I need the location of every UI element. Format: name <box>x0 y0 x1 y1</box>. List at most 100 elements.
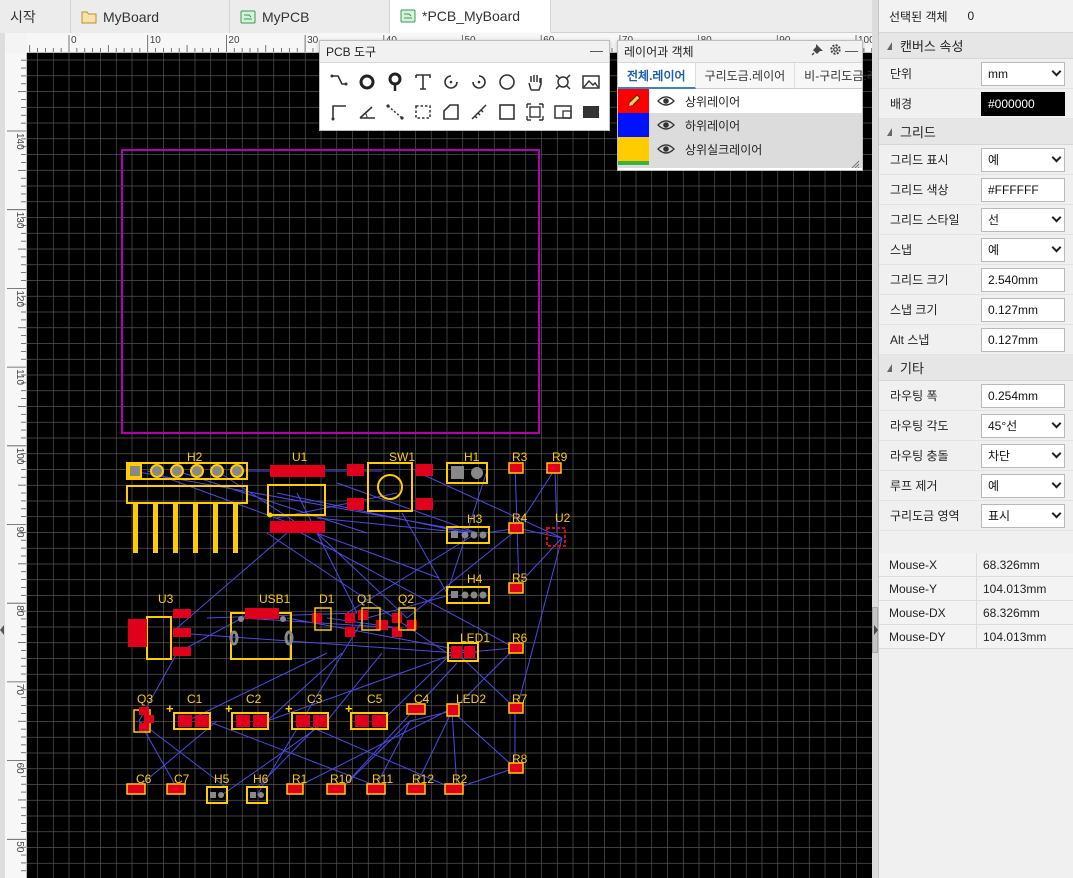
route-angle-select[interactable]: 45°선 <box>981 413 1065 438</box>
label-C1: C1 <box>187 692 203 706</box>
component-H4[interactable] <box>446 586 490 604</box>
prop-label: Alt 스냅 <box>890 333 930 347</box>
drc-icon[interactable] <box>549 67 577 97</box>
ruler-label: 20 <box>228 35 240 46</box>
minimize-icon[interactable]: — <box>845 43 858 58</box>
mouse-value: 104.013mm <box>983 629 1047 644</box>
loop-removal-select[interactable]: 예 <box>981 473 1065 498</box>
minimize-icon[interactable]: — <box>590 43 603 58</box>
prop-loop-removal: 루프 제거 예 <box>879 471 1073 501</box>
prop-grid-color: 그리드 색상 #FFFFFF <box>879 175 1073 205</box>
tab-pcb-myboard[interactable]: *PCB_MyBoard <box>390 0 551 33</box>
layer-color-swatch[interactable] <box>618 89 649 113</box>
component-U3[interactable] <box>128 609 191 660</box>
layer-name: 하위레이어 <box>685 118 741 133</box>
layer-name: 상위실크레이어 <box>685 142 763 157</box>
eye-icon[interactable] <box>657 143 681 155</box>
mouse-value: 104.013mm <box>983 581 1047 596</box>
layer-row-top[interactable]: 상위레이어 <box>618 89 862 113</box>
ruler-label: 10 <box>150 35 162 46</box>
label-H1: H1 <box>464 450 480 464</box>
tool-grid <box>320 63 609 127</box>
line-icon[interactable] <box>325 97 353 127</box>
component-SW1[interactable] <box>347 462 433 512</box>
image-icon[interactable] <box>577 67 605 97</box>
label-C7: C7 <box>174 772 190 786</box>
layer-row-top-silk[interactable]: 상위실크레이어 <box>618 137 862 161</box>
section-canvas-properties[interactable]: 캔버스 속성 <box>879 33 1073 59</box>
layer-row-bottom[interactable]: 하위레이어 <box>618 113 862 137</box>
gear-icon[interactable] <box>829 43 842 59</box>
component-icon[interactable] <box>549 97 577 127</box>
pcb-canvas[interactable]: + + + + H2 U1 SW1 H1 R3 R9 H3 R4 U2 H4 R… <box>27 53 872 878</box>
label-C2: C2 <box>246 692 262 706</box>
tab-start[interactable]: 시작 <box>0 0 71 33</box>
component-Q3[interactable] <box>133 707 154 733</box>
angle-icon[interactable] <box>353 97 381 127</box>
select-value: 차단 <box>988 449 1011 463</box>
pad-icon[interactable] <box>381 67 409 97</box>
pcb-file-icon <box>400 9 416 23</box>
via-icon[interactable] <box>353 67 381 97</box>
mouse-value: 68.326mm <box>983 605 1040 620</box>
dimension-icon[interactable] <box>381 97 409 127</box>
wire-icon[interactable] <box>325 67 353 97</box>
input-value: #000000 <box>988 96 1035 111</box>
eye-icon[interactable] <box>657 95 681 107</box>
mouse-label: Mouse-X <box>879 552 977 577</box>
layer-color-swatch[interactable] <box>618 113 649 137</box>
pcb-tools-titlebar[interactable]: PCB 도구 — <box>320 41 609 63</box>
pan-hand-icon[interactable] <box>521 67 549 97</box>
arc-ccw-icon[interactable] <box>465 67 493 97</box>
tab-myboard[interactable]: MyBoard <box>71 0 230 33</box>
ruler-label: 70 <box>14 684 25 696</box>
select-value: 선 <box>988 213 1000 227</box>
layers-titlebar[interactable]: 레이어과 객체 — <box>618 41 862 63</box>
component-U1[interactable] <box>267 465 326 533</box>
layer-color-swatch[interactable] <box>618 137 649 161</box>
snap-size-input[interactable]: 0.127mm <box>981 297 1065 322</box>
text-icon[interactable] <box>409 67 437 97</box>
background-color-input[interactable]: #000000 <box>981 91 1065 116</box>
collapse-arrow-icon[interactable] <box>0 625 4 635</box>
unit-select[interactable]: mm <box>981 61 1065 86</box>
label-R8: R8 <box>512 752 528 766</box>
prop-route-angle: 라우팅 각도 45°선 <box>879 411 1073 441</box>
pin-icon[interactable] <box>811 43 824 59</box>
grid-color-input[interactable]: #FFFFFF <box>981 177 1065 202</box>
pcb-tools-panel: PCB 도구 — <box>319 40 610 131</box>
svg-text:+: + <box>285 701 293 716</box>
grid-size-input[interactable]: 2.540mm <box>981 267 1065 292</box>
prop-label: 단위 <box>890 67 913 81</box>
grid-style-select[interactable]: 선 <box>981 207 1065 232</box>
measure-icon[interactable] <box>465 97 493 127</box>
fill-icon[interactable] <box>577 97 605 127</box>
tab-copper-layers[interactable]: 구리도금.레이어 <box>696 63 796 89</box>
tab-label: MyBoard <box>103 8 160 25</box>
label-H6: H6 <box>253 772 269 786</box>
section-grid[interactable]: 그리드 <box>879 119 1073 145</box>
rectangle-icon[interactable] <box>493 97 521 127</box>
arc-icon[interactable] <box>437 67 465 97</box>
component-H1[interactable] <box>446 462 488 484</box>
snap-select[interactable]: 예 <box>981 237 1065 262</box>
grid-show-select[interactable]: 예 <box>981 147 1065 172</box>
layers-title: 레이어과 객체 <box>624 45 694 59</box>
eye-icon[interactable] <box>657 119 681 131</box>
select-icon[interactable] <box>521 97 549 127</box>
route-width-input[interactable]: 0.254mm <box>981 383 1065 408</box>
prop-grid-size: 그리드 크기 2.540mm <box>879 265 1073 295</box>
component-H2[interactable] <box>126 462 248 553</box>
circle-icon[interactable] <box>493 67 521 97</box>
route-conflict-select[interactable]: 차단 <box>981 443 1065 468</box>
copper-area-select[interactable]: 표시 <box>981 503 1065 528</box>
alt-snap-input[interactable]: 0.127mm <box>981 327 1065 352</box>
tab-all-layers[interactable]: 전체.레이어 <box>618 63 696 89</box>
chevron-down-icon <box>1051 152 1062 163</box>
region-icon[interactable] <box>409 97 437 127</box>
folder-icon <box>81 10 97 24</box>
tab-mypcb[interactable]: MyPCB <box>230 0 390 33</box>
ruler-left: 140 130 120 110 100 90 80 70 60 50 <box>5 53 27 878</box>
section-other[interactable]: 기타 <box>879 355 1073 381</box>
board-outline-icon[interactable] <box>437 97 465 127</box>
